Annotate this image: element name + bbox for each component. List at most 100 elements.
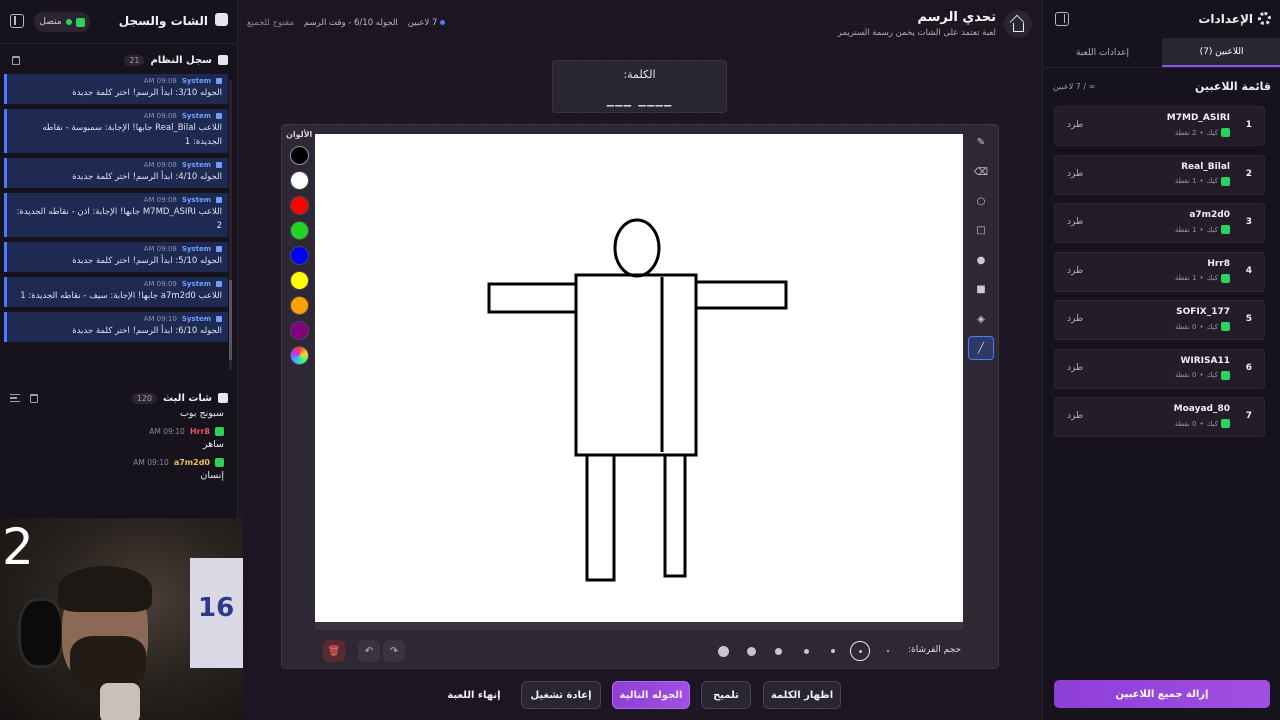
system-log-header: 21 سجل النظام [0, 46, 238, 74]
filter-list-icon[interactable] [10, 394, 20, 402]
word-box: الكلمة: ___ ____ [552, 60, 727, 113]
brush-size-option[interactable] [878, 641, 898, 661]
color-swatch[interactable] [290, 221, 309, 240]
tab-players[interactable]: اللاعبين (7) [1162, 38, 1280, 67]
system-log-count: 21 [124, 54, 145, 66]
chat-message-meta: a7m2d0 09:10 AM [10, 458, 224, 467]
player-card: 7 Moayad_80 كيك • 0 نقطة طرد [1054, 397, 1265, 437]
chat-username: Hrr8 [189, 427, 210, 436]
home-button[interactable] [1004, 10, 1032, 38]
player-platform: كيك [1206, 371, 1218, 379]
brush-size-option[interactable] [768, 641, 788, 661]
player-rank: 5 [1245, 314, 1252, 324]
system-log-icon [218, 55, 228, 65]
system-log-entry: System 09:08 AM الجوله 5/10: ابدأ الرسم! ا… [4, 242, 228, 272]
line-icon: ╱ [977, 342, 985, 354]
rectangle-tool-button[interactable]: □ [968, 218, 994, 242]
brush-size-option[interactable] [713, 641, 733, 661]
log-time: 09:08 AM [143, 112, 177, 120]
stream-chat-list[interactable]: سبونج بوب Hrr8 09:10 AM ساهر a7m2d0 09:10 AM إ… [0, 405, 238, 517]
clear-canvas-button[interactable]: 🗑 [323, 640, 345, 662]
player-card: 6 WIRISA11 كيك • 0 نقطة طرد [1054, 348, 1265, 389]
custom-color-picker[interactable] [290, 346, 309, 365]
color-swatch[interactable] [290, 171, 309, 190]
kick-player-button[interactable]: طرد [1067, 314, 1083, 324]
player-name: WIRISA11 [1180, 355, 1230, 366]
canvas-scrollbar [315, 622, 963, 630]
player-rank: 3 [1245, 217, 1252, 227]
player-name: M7MD_ASIRI [1166, 113, 1230, 123]
stream-chat-icon [218, 393, 228, 403]
brush-size-option[interactable] [741, 641, 761, 661]
player-name: Moayad_80 [1173, 404, 1230, 414]
clear-log-trash-icon[interactable] [12, 56, 20, 65]
log-text: اللاعب M7MD_ASIRI جابها! الإجابة: اذن - … [16, 207, 222, 231]
kick-player-button[interactable]: طرد [1067, 217, 1083, 227]
brush-size-option-selected[interactable] [850, 641, 870, 661]
redo-button[interactable]: ↷ [383, 640, 405, 662]
chat-time: 09:10 AM [149, 427, 185, 436]
connection-status-text: متصل [39, 17, 62, 27]
kick-player-button[interactable]: طرد [1067, 120, 1083, 130]
show-word-button[interactable]: اظهار الكلمة [763, 681, 841, 709]
log-time: 09:09 AM [143, 280, 177, 288]
collapse-panel-icon[interactable] [1055, 12, 1069, 26]
line-tool-button[interactable]: ╱ [968, 336, 994, 360]
player-points: 1 نقطة [1174, 225, 1197, 234]
eraser-tool-button[interactable]: ⌫ [968, 160, 994, 184]
kick-player-button[interactable]: طرد [1067, 266, 1083, 276]
player-meta: كيك • 0 نقطة [1175, 322, 1230, 331]
player-points: 1 نقطة [1174, 274, 1197, 282]
separator: • [1199, 419, 1204, 428]
drawing-head [613, 218, 661, 278]
drawing-left-leg [585, 453, 616, 582]
log-time: 09:10 AM [143, 315, 177, 323]
tab-game-settings[interactable]: إعدادات اللعبة [1043, 38, 1162, 67]
scrollbar-thumb[interactable] [229, 280, 232, 360]
undo-button[interactable]: ↶ [358, 640, 380, 662]
drawing-canvas[interactable] [315, 134, 963, 622]
colors-label: الألوان [286, 130, 313, 139]
brush-tool-button[interactable]: ✎ [968, 130, 994, 154]
collapse-panel-icon[interactable] [10, 14, 24, 28]
remove-all-players-button[interactable]: إزالة جميع اللاعبين [1054, 680, 1270, 708]
kick-icon [1221, 128, 1230, 137]
stick-figure-drawing [487, 218, 788, 582]
kick-player-button[interactable]: طرد [1067, 169, 1083, 179]
kick-player-button[interactable]: طرد [1067, 363, 1083, 373]
player-platform: كيك [1206, 225, 1218, 234]
color-swatch[interactable] [290, 296, 309, 315]
player-points: 0 نقطة [1174, 371, 1197, 379]
settings-panel: الإعدادات اللاعبين (7) إعدادات اللعبة قا… [1042, 0, 1280, 720]
next-round-button[interactable]: الجوله التالية [612, 681, 690, 709]
player-meta: كيك • 0 نقطة [1175, 419, 1230, 428]
end-game-button[interactable]: إنهاء اللعبة [440, 681, 508, 709]
system-log-scrollbar[interactable] [229, 80, 232, 370]
brush-size-option[interactable] [823, 641, 843, 661]
hint-button[interactable]: تلميح [701, 681, 751, 709]
clear-chat-trash-icon[interactable] [30, 394, 38, 403]
log-entry-meta: System 09:10 AM [15, 315, 222, 323]
log-text: الجوله 3/10: ابدأ الرسم! اختر كلمة جديدة [72, 88, 222, 98]
color-swatch[interactable] [290, 271, 309, 290]
kick-icon [1221, 273, 1230, 283]
kick-icon [215, 458, 224, 467]
poster-background: 16 [190, 558, 243, 668]
filled-rectangle-tool-button[interactable]: ■ [968, 277, 994, 301]
brush-size-option[interactable] [796, 641, 816, 661]
fill-bucket-tool-button[interactable]: ◈ [968, 307, 994, 331]
kick-player-button[interactable]: طرد [1067, 411, 1083, 421]
system-log-title: سجل النظام [150, 54, 212, 66]
filled-circle-tool-button[interactable]: ● [968, 248, 994, 272]
chat-text: ساهر [202, 439, 224, 450]
kick-icon [75, 17, 85, 27]
color-swatch[interactable] [290, 196, 309, 215]
circle-tool-button[interactable]: ○ [968, 189, 994, 213]
system-log-list[interactable]: System 09:08 AM الجوله 3/10: ابدأ الرسم! ا… [4, 74, 228, 364]
color-swatch[interactable] [290, 146, 309, 165]
kick-icon [1221, 322, 1230, 331]
restart-button[interactable]: إعادة تشغيل [521, 681, 601, 709]
color-swatch[interactable] [290, 321, 309, 340]
system-shield-icon [216, 246, 222, 252]
color-swatch[interactable] [290, 246, 309, 265]
